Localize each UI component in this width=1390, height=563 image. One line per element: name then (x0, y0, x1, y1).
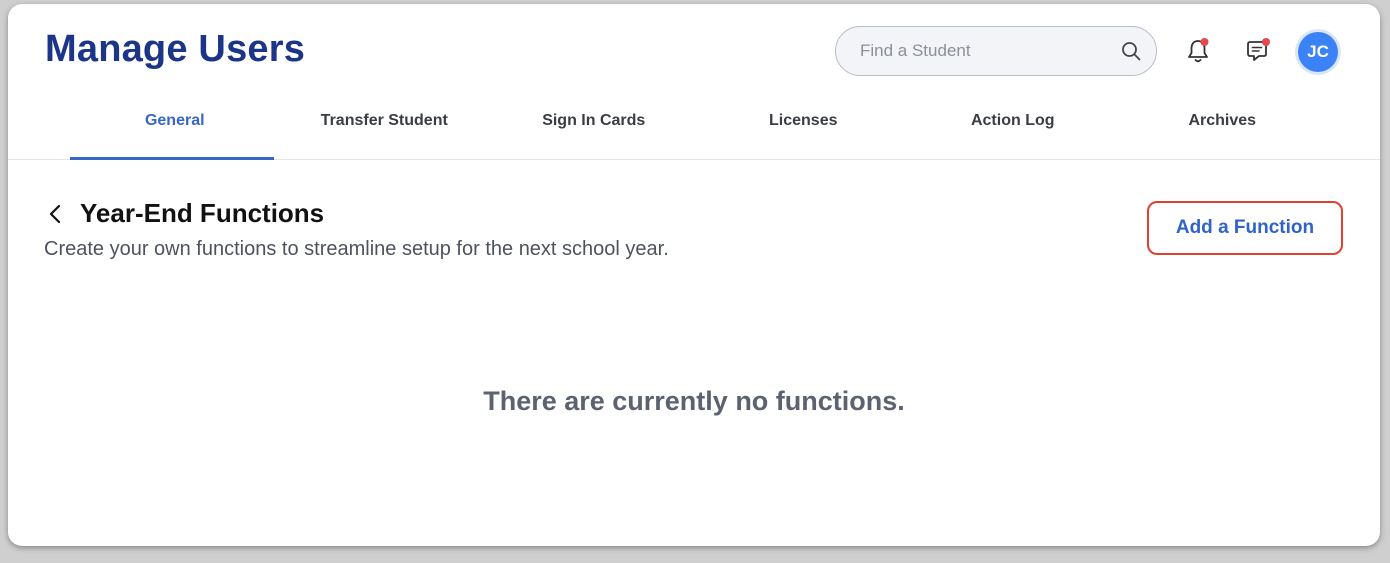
empty-state-message: There are currently no functions. (483, 386, 905, 416)
tab-bar: General Transfer Student Sign In Cards L… (70, 99, 1380, 160)
tab-licenses[interactable]: Licenses (699, 99, 909, 160)
page-title: Manage Users (45, 28, 306, 70)
section-description: Create your own functions to streamline … (44, 238, 669, 260)
tab-transfer-student[interactable]: Transfer Student (280, 99, 490, 160)
tab-general[interactable]: General (70, 99, 280, 160)
search-icon[interactable] (1120, 40, 1142, 62)
search-input[interactable] (858, 40, 1120, 62)
app-window: Manage Users JC General (8, 4, 1380, 546)
search-box[interactable] (835, 26, 1157, 76)
chevron-left-icon[interactable] (48, 200, 70, 228)
tab-archives[interactable]: Archives (1118, 99, 1328, 160)
avatar[interactable]: JC (1298, 32, 1338, 72)
tab-action-log[interactable]: Action Log (908, 99, 1118, 160)
page-header: Manage Users JC General (8, 4, 1380, 160)
add-function-button[interactable]: Add a Function (1147, 201, 1343, 255)
chat-icon[interactable] (1241, 34, 1275, 68)
section-title: Year-End Functions (80, 198, 325, 228)
section-header: Year-End Functions (48, 198, 324, 229)
bell-icon[interactable] (1181, 34, 1215, 68)
tab-sign-in-cards[interactable]: Sign In Cards (489, 99, 699, 160)
